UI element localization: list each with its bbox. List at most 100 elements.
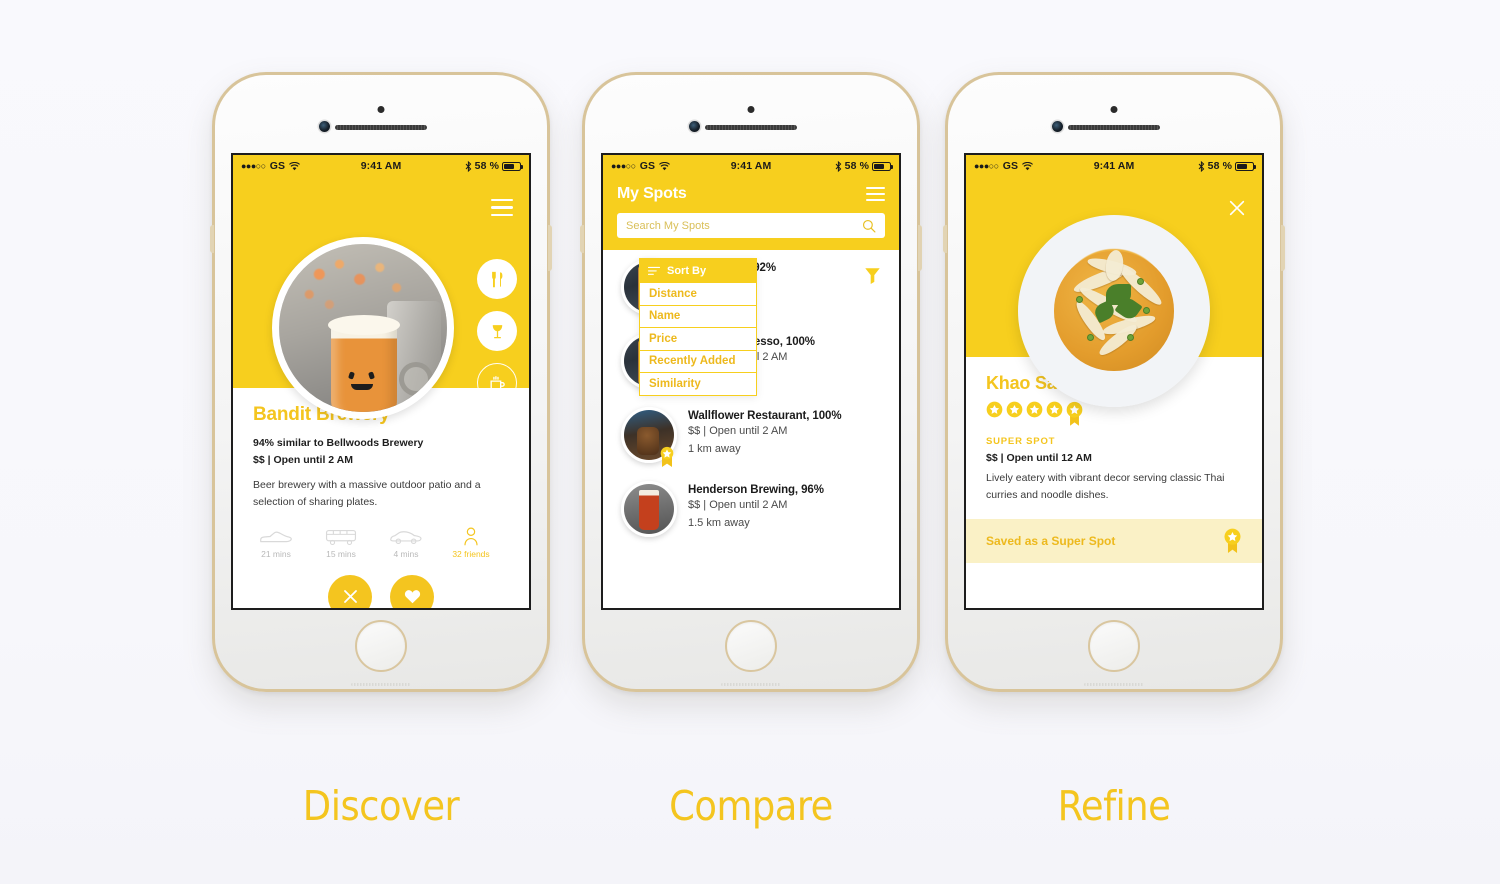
coffee-cup-icon	[489, 375, 505, 391]
venue-price-hours: $$ | Open until 12 AM	[986, 452, 1092, 464]
search-icon[interactable]	[862, 219, 876, 233]
favorite-button[interactable]	[390, 574, 434, 608]
carrier-label: GS	[639, 160, 656, 172]
speaker-grille	[351, 683, 411, 686]
transit-times: 21 mins 15 mins 4 mins 32 friends	[253, 527, 509, 559]
bluetooth-icon	[465, 160, 471, 172]
category-bar-button[interactable]	[477, 311, 517, 351]
signal-dots-icon: ●●●○○	[611, 161, 636, 171]
saved-banner-label: Saved as a Super Spot	[986, 534, 1116, 548]
ribbon-star-icon	[1066, 401, 1083, 426]
sort-by-label: Sort By	[667, 264, 707, 277]
list-item[interactable]: Wallflower Restaurant, 100% $$ | Open un…	[603, 398, 899, 472]
wifi-icon	[1022, 161, 1034, 170]
venue-description: Beer brewery with a massive outdoor pati…	[253, 478, 481, 508]
transit-friends: 32 friends	[448, 527, 494, 559]
list-item[interactable]: Louie Craft Coffee, 93% $$ | Open until …	[603, 546, 899, 550]
wifi-icon	[289, 161, 301, 170]
sort-option-name[interactable]: Name	[639, 305, 757, 328]
proximity-sensor	[377, 106, 385, 113]
bluetooth-icon	[1198, 160, 1204, 172]
caption-refine: Refine	[1057, 782, 1171, 830]
heart-icon	[404, 590, 420, 604]
transit-walk: 21 mins	[253, 527, 299, 559]
caption-compare: Compare	[669, 782, 833, 830]
screen-compare: ●●●○○ GS 9:41 AM 58 % My Spots Search My…	[601, 153, 901, 610]
signal-dots-icon: ●●●○○	[241, 161, 266, 171]
close-x-icon	[1229, 200, 1245, 216]
search-bar[interactable]	[617, 213, 885, 238]
close-x-icon	[343, 590, 357, 604]
battery-percent: 58 %	[844, 160, 870, 172]
filter-funnel-icon[interactable]	[864, 267, 881, 290]
sort-option-price[interactable]: Price	[639, 328, 757, 351]
star-icon	[1026, 401, 1043, 418]
hamburger-menu-icon[interactable]	[866, 186, 885, 202]
status-bar: ●●●○○ GS 9:41 AM 58 %	[233, 155, 529, 177]
discover-header	[233, 177, 529, 419]
home-button[interactable]	[355, 620, 407, 672]
battery-icon	[502, 161, 524, 171]
compare-header: My Spots	[603, 177, 899, 250]
earpiece-speaker	[705, 125, 797, 130]
speaker-grille	[1084, 683, 1144, 686]
sort-option-recently-added[interactable]: Recently Added	[639, 350, 757, 373]
screen-discover: ●●●○○ GS 9:41 AM 58 % Bandit Brewery 94%…	[231, 153, 531, 610]
venue-photo	[272, 237, 454, 419]
front-camera	[319, 121, 330, 132]
search-input[interactable]	[626, 219, 856, 232]
battery-icon	[872, 161, 894, 171]
speaker-grille	[721, 683, 781, 686]
spot-price-hours: $$ | Open until 2 AM	[688, 425, 788, 437]
star-icon	[986, 401, 1003, 418]
hamburger-menu-icon[interactable]	[491, 199, 513, 217]
spot-name: Henderson Brewing, 96%	[688, 484, 824, 496]
ribbon-star-icon	[660, 446, 674, 467]
list-item[interactable]: Henderson Brewing, 96% $$ | Open until 2…	[603, 472, 899, 546]
screen-refine: ●●●○○ GS 9:41 AM 58 % Khao SUPER SPOT $$…	[964, 153, 1264, 610]
showcase-stage: ●●●○○ GS 9:41 AM 58 % Bandit Brewery 94%…	[0, 0, 1500, 884]
status-time: 9:41 AM	[360, 160, 402, 172]
refine-header	[966, 177, 1262, 407]
sort-option-similarity[interactable]: Similarity	[639, 373, 757, 396]
wifi-icon	[659, 161, 671, 170]
car-icon	[390, 530, 422, 544]
transit-car: 4 mins	[383, 527, 429, 559]
status-badge: SUPER SPOT	[986, 436, 1056, 447]
battery-percent: 58 %	[1207, 160, 1233, 172]
carrier-label: GS	[269, 160, 286, 172]
avatar	[621, 481, 677, 537]
spots-list[interactable]: Restaurant, 92% en until 12 AM away	[603, 250, 899, 550]
sort-option-distance[interactable]: Distance	[639, 283, 757, 306]
phone-refine: ●●●○○ GS 9:41 AM 58 % Khao SUPER SPOT $$…	[943, 72, 1285, 692]
discover-actions	[253, 574, 509, 608]
star-icon	[1046, 401, 1063, 418]
walk-icon	[260, 531, 292, 542]
home-button[interactable]	[1088, 620, 1140, 672]
category-restaurant-button[interactable]	[477, 259, 517, 299]
spot-distance: 1.5 km away	[688, 516, 750, 529]
person-icon	[464, 527, 478, 545]
proximity-sensor	[747, 106, 755, 113]
front-camera	[689, 121, 700, 132]
bluetooth-icon	[835, 160, 841, 172]
sort-by-header[interactable]: Sort By	[639, 258, 757, 283]
earpiece-speaker	[335, 125, 427, 130]
front-camera	[1052, 121, 1063, 132]
page-title: My Spots	[617, 185, 687, 202]
venue-price-hours: $$ | Open until 2 AM	[253, 454, 353, 467]
category-cafe-button[interactable]	[477, 363, 517, 403]
close-button[interactable]	[1228, 199, 1246, 222]
caption-discover: Discover	[302, 782, 460, 830]
venue-photo	[1018, 215, 1210, 407]
battery-percent: 58 %	[474, 160, 500, 172]
ribbon-star-icon	[1224, 528, 1241, 554]
saved-banner[interactable]: Saved as a Super Spot	[966, 519, 1262, 563]
spot-name: Wallflower Restaurant, 100%	[688, 410, 842, 422]
dismiss-button[interactable]	[328, 574, 372, 608]
home-button[interactable]	[725, 620, 777, 672]
phone-compare: ●●●○○ GS 9:41 AM 58 % My Spots Search My…	[580, 72, 922, 692]
phone-discover: ●●●○○ GS 9:41 AM 58 % Bandit Brewery 94%…	[210, 72, 552, 692]
spot-distance: 1 km away	[688, 442, 741, 455]
sort-by-dropdown[interactable]: Sort By Distance Name Price Recently Add…	[639, 258, 757, 396]
